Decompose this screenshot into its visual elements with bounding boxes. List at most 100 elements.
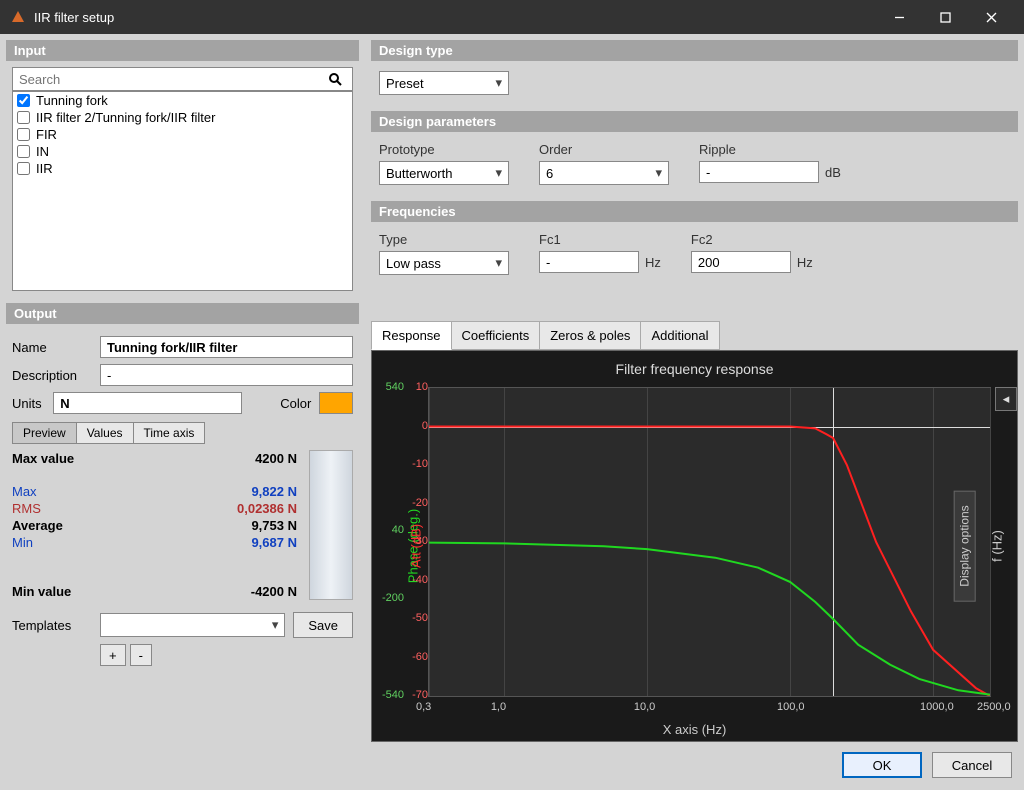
fc2-input[interactable] [691,251,791,273]
list-item-checkbox[interactable] [17,162,30,175]
x-tick: 1,0 [491,701,506,713]
cancel-button[interactable]: Cancel [932,752,1012,778]
color-label: Color [280,396,311,411]
prototype-label: Prototype [379,142,509,157]
units-input[interactable] [53,392,242,414]
search-input[interactable] [13,72,328,87]
ripple-label: Ripple [699,142,841,157]
tab-time-axis[interactable]: Time axis [133,422,206,444]
max-label: Max [12,484,37,499]
display-options-button[interactable]: Display options [953,490,975,601]
list-item-checkbox[interactable] [17,128,30,141]
maxvalue-label: Max value [12,451,74,466]
min-label: Min [12,535,33,550]
f-axis-label: f (Hz) [990,530,1005,562]
filter-type-select[interactable]: Low pass [379,251,509,275]
att-tick: -10 [400,458,428,470]
att-tick: -70 [400,689,428,701]
list-item[interactable]: IIR filter 2/Tunning fork/IIR filter [13,109,352,126]
plot-title: Filter frequency response [372,361,1017,377]
description-label: Description [12,368,92,383]
phase-tick: -200 [376,592,404,604]
phase-tick: 540 [376,381,404,393]
plot-area[interactable] [428,387,991,697]
tab-coefficients[interactable]: Coefficients [451,321,541,350]
phase-tick: -540 [376,689,404,701]
list-item-label: IIR [36,161,53,176]
order-label: Order [539,142,669,157]
response-plot[interactable]: Filter frequency response Phase (deg.) A… [371,350,1018,742]
filter-type-label: Type [379,232,509,247]
x-axis-label: X axis (Hz) [372,722,1017,737]
att-tick: 0 [400,420,428,432]
att-tick: -20 [400,497,428,509]
phase-tick: 40 [376,524,404,536]
tab-values[interactable]: Values [76,422,134,444]
min-value: 9,687 N [251,535,297,550]
output-header: Output [6,303,359,324]
ripple-input[interactable] [699,161,819,183]
list-item-checkbox[interactable] [17,94,30,107]
list-item[interactable]: Tunning fork [13,92,352,109]
design-type-select[interactable]: Preset [379,71,509,95]
level-gauge [309,450,353,600]
units-label: Units [12,396,45,411]
list-item-label: FIR [36,127,57,142]
search-icon [328,72,352,86]
search-input-wrapper[interactable] [12,67,353,91]
templates-select[interactable] [100,613,285,637]
tab-zeros-poles[interactable]: Zeros & poles [539,321,641,350]
order-select[interactable]: 6 [539,161,669,185]
description-input[interactable] [100,364,353,386]
minimize-button[interactable] [876,0,922,34]
fc1-label: Fc1 [539,232,661,247]
minvalue-value: -4200 N [251,584,297,599]
list-item-label: IN [36,144,49,159]
ripple-unit: dB [825,165,841,180]
tab-response[interactable]: Response [371,321,452,350]
att-tick: -30 [400,535,428,547]
tab-additional[interactable]: Additional [640,321,719,350]
max-value: 9,822 N [251,484,297,499]
frequencies-header: Frequencies [371,201,1018,222]
plot-collapse-toggle[interactable]: ◂ [995,387,1017,411]
att-tick: -60 [400,651,428,663]
rms-value: 0,02386 N [237,501,297,516]
fc1-input[interactable] [539,251,639,273]
channel-list[interactable]: Tunning forkIIR filter 2/Tunning fork/II… [12,91,353,291]
tab-preview[interactable]: Preview [12,422,77,444]
close-button[interactable] [968,0,1014,34]
name-input[interactable] [100,336,353,358]
x-tick: 2500,0 [977,701,1011,713]
x-tick: 0,3 [416,701,431,713]
app-logo-icon [10,9,26,25]
att-tick: 10 [400,381,428,393]
x-tick: 1000,0 [920,701,954,713]
design-type-header: Design type [371,40,1018,61]
list-item-checkbox[interactable] [17,111,30,124]
prototype-select[interactable]: Butterworth [379,161,509,185]
ok-button[interactable]: OK [842,752,922,778]
avg-value: 9,753 N [251,518,297,533]
x-tick: 10,0 [634,701,655,713]
list-item-checkbox[interactable] [17,145,30,158]
input-header: Input [6,40,359,61]
template-remove-button[interactable]: - [130,644,152,666]
design-params-header: Design parameters [371,111,1018,132]
list-item[interactable]: IN [13,143,352,160]
x-tick: 100,0 [777,701,805,713]
templates-label: Templates [12,618,92,633]
list-item[interactable]: FIR [13,126,352,143]
name-label: Name [12,340,92,355]
att-tick: -40 [400,574,428,586]
save-button[interactable]: Save [293,612,353,638]
template-add-button[interactable]: + [100,644,126,666]
list-item[interactable]: IIR [13,160,352,177]
title-bar: IIR filter setup [0,0,1024,34]
maximize-button[interactable] [922,0,968,34]
window-title: IIR filter setup [34,10,876,25]
fc2-unit: Hz [797,255,813,270]
att-tick: -50 [400,612,428,624]
color-picker[interactable] [319,392,353,414]
rms-label: RMS [12,501,41,516]
